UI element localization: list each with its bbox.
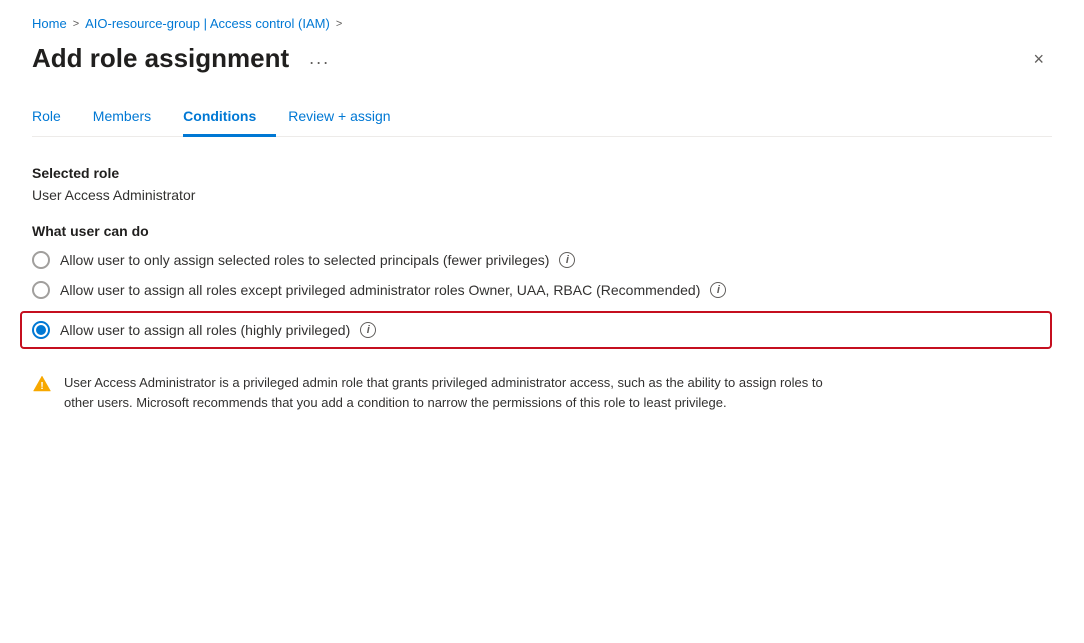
info-icon-3[interactable]: i	[360, 322, 376, 338]
breadcrumb-resource[interactable]: AIO-resource-group | Access control (IAM…	[85, 16, 330, 31]
radio-option-1[interactable]: Allow user to only assign selected roles…	[32, 251, 1052, 269]
breadcrumb-separator-2: >	[336, 18, 342, 30]
page-title-area: Add role assignment ...	[32, 43, 338, 74]
radio-label-3: Allow user to assign all roles (highly p…	[60, 322, 350, 338]
breadcrumb-separator-1: >	[73, 18, 79, 30]
ellipsis-button[interactable]: ...	[301, 44, 338, 73]
tab-review[interactable]: Review + assign	[288, 98, 410, 137]
header-row: Add role assignment ... ×	[32, 43, 1052, 74]
selected-role-value: User Access Administrator	[32, 187, 1052, 203]
warning-icon: !	[32, 374, 52, 394]
page-title: Add role assignment	[32, 43, 289, 74]
radio-input-3[interactable]	[32, 321, 50, 339]
warning-box: ! User Access Administrator is a privile…	[32, 373, 1052, 412]
info-icon-2[interactable]: i	[710, 282, 726, 298]
radio-option-3[interactable]: Allow user to assign all roles (highly p…	[20, 311, 1052, 349]
svg-text:!: !	[40, 381, 43, 392]
breadcrumb-home[interactable]: Home	[32, 16, 67, 31]
close-button[interactable]: ×	[1025, 46, 1052, 72]
info-icon-1[interactable]: i	[559, 252, 575, 268]
radio-option-2[interactable]: Allow user to assign all roles except pr…	[32, 281, 1052, 299]
radio-input-2[interactable]	[32, 281, 50, 299]
radio-input-1[interactable]	[32, 251, 50, 269]
radio-label-1: Allow user to only assign selected roles…	[60, 252, 549, 268]
radio-label-2: Allow user to assign all roles except pr…	[60, 282, 700, 298]
selected-role-label: Selected role	[32, 165, 1052, 181]
what-user-can-do-label: What user can do	[32, 223, 1052, 239]
tab-members[interactable]: Members	[93, 98, 171, 137]
main-container: Home > AIO-resource-group | Access contr…	[0, 0, 1084, 643]
tab-role[interactable]: Role	[32, 98, 81, 137]
warning-text: User Access Administrator is a privilege…	[64, 373, 824, 412]
breadcrumb: Home > AIO-resource-group | Access contr…	[32, 16, 1052, 31]
tab-conditions[interactable]: Conditions	[183, 98, 276, 137]
tab-bar: Role Members Conditions Review + assign	[32, 98, 1052, 137]
